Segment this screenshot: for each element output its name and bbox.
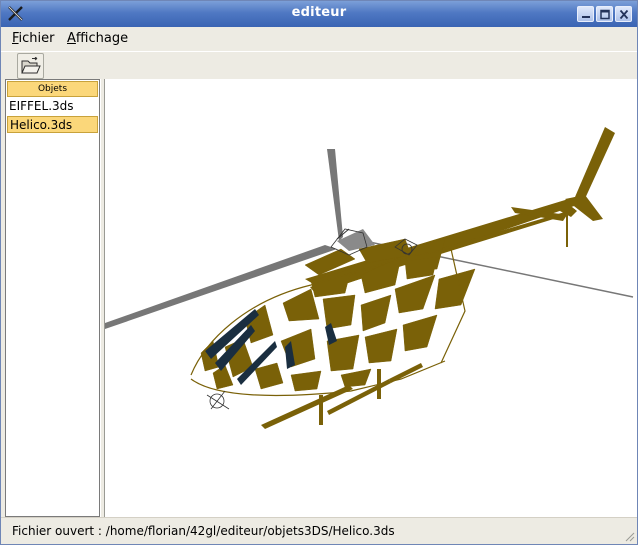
title-bar[interactable]: editeur xyxy=(1,1,637,27)
nose-sensor xyxy=(206,390,230,410)
menu-fichier-label: ichier xyxy=(18,31,55,46)
close-button[interactable] xyxy=(615,6,632,22)
object-item-helico[interactable]: Helico.3ds xyxy=(7,116,98,133)
maximize-button[interactable] xyxy=(596,6,613,22)
window-title: editeur xyxy=(291,5,347,20)
objects-panel: Objets EIFFEL.3ds Helico.3ds xyxy=(5,79,100,517)
helicopter-model xyxy=(105,127,634,429)
main-rotor xyxy=(105,149,634,329)
menu-fichier[interactable]: Fichier xyxy=(12,31,55,46)
close-icon xyxy=(619,9,629,20)
status-text: Fichier ouvert : /home/florian/42gl/edit… xyxy=(12,524,395,538)
object-item-eiffel[interactable]: EIFFEL.3ds xyxy=(7,98,98,115)
folder-open-icon xyxy=(21,57,41,74)
open-file-button[interactable] xyxy=(17,53,44,79)
resize-grip-icon[interactable] xyxy=(623,530,635,542)
app-window: editeur Fichier Affichage Objets EIFFEL.… xyxy=(0,0,638,545)
menu-bar: Fichier Affichage xyxy=(1,27,637,51)
objects-header[interactable]: Objets xyxy=(7,81,98,97)
minimize-icon xyxy=(582,16,590,18)
toolbar xyxy=(1,51,637,79)
maximize-icon xyxy=(600,9,610,20)
status-bar: Fichier ouvert : /home/florian/42gl/edit… xyxy=(1,517,637,544)
3d-viewport[interactable] xyxy=(105,79,637,517)
menu-affichage-label: ffichage xyxy=(75,31,129,46)
menu-affichage-mnemonic: A xyxy=(67,31,76,46)
tail-boom xyxy=(305,127,615,293)
menu-affichage[interactable]: Affichage xyxy=(67,31,128,46)
minimize-button[interactable] xyxy=(577,6,594,22)
